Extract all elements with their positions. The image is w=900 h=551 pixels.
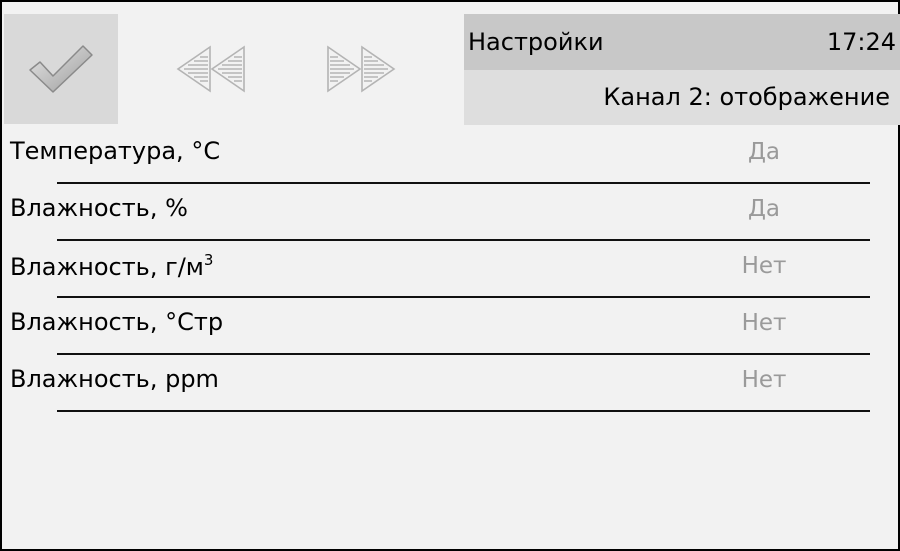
list-item-value[interactable]: Нет <box>734 367 794 393</box>
header-bar: Настройки 17:24 <box>464 14 900 70</box>
list-item-label: Влажность, ppm <box>10 365 219 393</box>
list-item-humidity-percent[interactable]: Влажность, % Да <box>4 184 900 241</box>
page-title: Настройки <box>468 28 604 56</box>
list-item-label: Влажность, % <box>10 194 188 222</box>
page-subtitle: Канал 2: отображение <box>464 70 900 125</box>
clock: 17:24 <box>826 28 896 56</box>
previous-button[interactable] <box>154 14 268 124</box>
header-panel: Настройки 17:24 Канал 2: отображение <box>464 14 900 125</box>
list-item-value[interactable]: Нет <box>734 310 794 336</box>
settings-screen: Настройки 17:24 Канал 2: отображение Тем… <box>0 0 900 551</box>
list-item-humidity-ctp[interactable]: Влажность, °Стр Нет <box>4 298 900 355</box>
list-item-value[interactable]: Нет <box>734 253 794 279</box>
list-item-temperature[interactable]: Температура, °C Да <box>4 127 900 184</box>
list-item-humidity-ppm[interactable]: Влажность, ppm Нет <box>4 355 900 412</box>
list-item-label-text: Влажность, г/м <box>10 253 204 281</box>
list-item-value[interactable]: Да <box>734 139 794 165</box>
row-divider <box>57 410 870 412</box>
list-item-label: Влажность, г/м3 <box>10 251 213 281</box>
settings-list: Температура, °C Да Влажность, % Да Влажн… <box>4 127 900 412</box>
list-item-label: Влажность, °Стр <box>10 308 224 336</box>
toolbar <box>4 14 460 124</box>
next-button[interactable] <box>304 14 418 124</box>
list-item-label: Температура, °C <box>10 137 221 165</box>
fast-forward-icon <box>327 45 396 93</box>
rewind-icon <box>176 45 245 93</box>
list-item-humidity-gm3[interactable]: Влажность, г/м3 Нет <box>4 241 900 298</box>
list-item-value[interactable]: Да <box>734 196 794 222</box>
checkmark-icon <box>29 45 93 93</box>
confirm-button[interactable] <box>4 14 118 124</box>
list-item-label-superscript: 3 <box>203 251 214 269</box>
